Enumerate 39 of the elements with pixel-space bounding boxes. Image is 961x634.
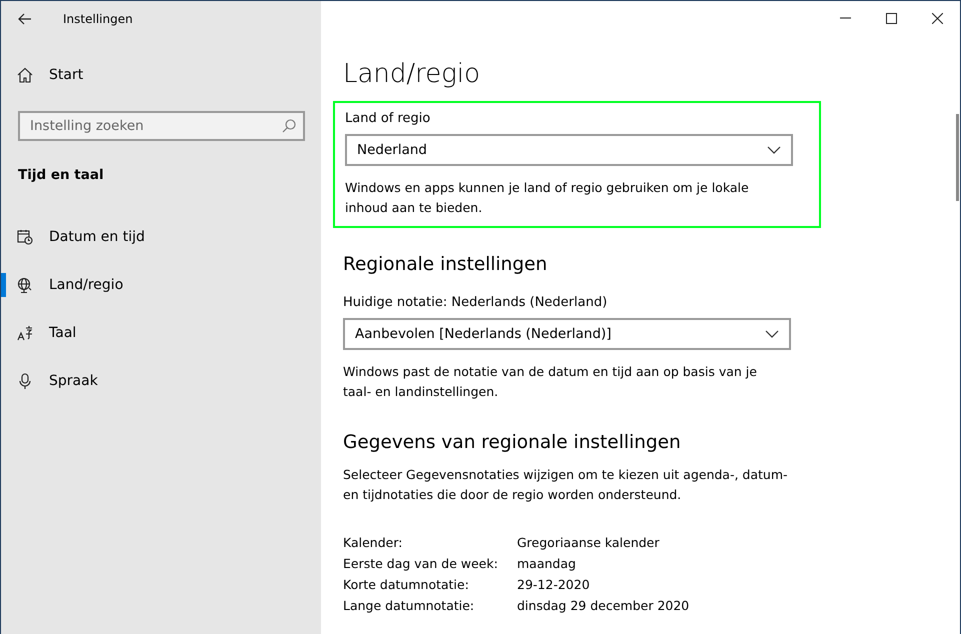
setting-value: Gregoriaanse kalender bbox=[517, 535, 660, 550]
window-title: Instellingen bbox=[63, 12, 133, 26]
minimize-icon bbox=[840, 17, 850, 19]
search-field[interactable]: Instelling zoeken bbox=[18, 111, 305, 141]
field-label: Land of regio bbox=[345, 111, 432, 126]
scrollbar[interactable] bbox=[956, 114, 959, 201]
setting-label: Lange datumnotatie: bbox=[343, 598, 476, 613]
section-heading: Regionale instellingen bbox=[343, 254, 548, 275]
maximize-icon bbox=[886, 12, 896, 24]
chevron-icon bbox=[767, 146, 781, 154]
setting-value: 29-12-2020 bbox=[517, 577, 591, 592]
search-icon bbox=[282, 119, 296, 133]
setting-label: Kalender: bbox=[343, 535, 404, 550]
globe-icon bbox=[17, 277, 33, 293]
microphone-icon bbox=[17, 373, 33, 389]
chevron-icon bbox=[765, 330, 779, 338]
nav-item[interactable]: Datum en tijd bbox=[1, 213, 321, 261]
description-text: Selecteer Gegevensnotaties wijzigen om te kiezen uit agenda-, datum- en tijdnotaties die door de regio worden ondersteund. bbox=[343, 466, 789, 504]
home-icon bbox=[17, 67, 33, 83]
nav-item[interactable]: Land/regio bbox=[1, 261, 321, 309]
country-dropdown[interactable]: Nederland bbox=[345, 134, 793, 166]
page-title: Land/regio bbox=[343, 59, 482, 89]
nav-item[interactable]: Spraak bbox=[1, 357, 321, 405]
nav-item[interactable]: Taal bbox=[1, 309, 321, 357]
setting-label: Korte datumnotatie: bbox=[343, 577, 470, 592]
language-icon bbox=[17, 325, 33, 341]
home-nav-item[interactable]: Start bbox=[1, 51, 321, 99]
close-icon bbox=[932, 12, 942, 24]
format-dropdown[interactable]: Aanbevolen [Nederlands (Nederland)] bbox=[343, 318, 791, 350]
description-text: Windows en apps kunnen je land of regio gebruiken om je lokale inhoud aan te bieden. bbox=[345, 179, 750, 217]
setting-value: dinsdag 29 december 2020 bbox=[517, 598, 690, 613]
calendar-clock-icon bbox=[17, 229, 33, 245]
description-text: Windows past de notatie van de datum en tijd aan op basis van je taal- en landinstellingen. bbox=[343, 363, 758, 401]
section-heading: Gegevens van regionale instellingen bbox=[343, 432, 682, 453]
field-label: Huidige notatie: Nederlands (Nederland) bbox=[343, 295, 608, 310]
setting-label: Eerste dag van de week: bbox=[343, 556, 499, 571]
section-heading: Tijd en taal bbox=[18, 167, 105, 183]
setting-value: maandag bbox=[517, 556, 577, 571]
back-arrow-icon bbox=[18, 13, 32, 25]
